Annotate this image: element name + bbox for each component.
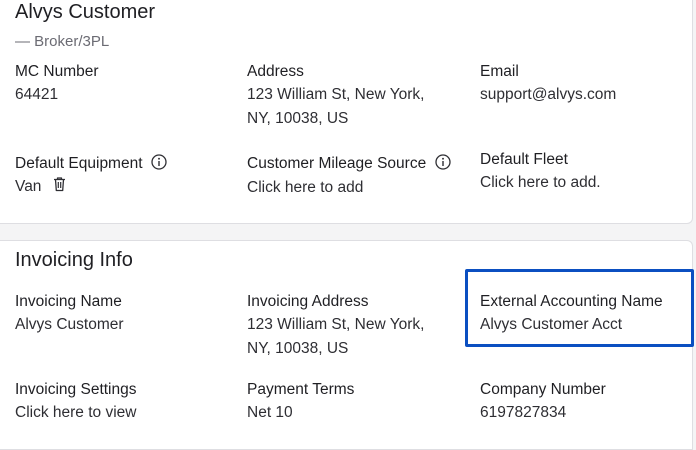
company-number-label: Company Number xyxy=(480,381,606,398)
mileage-source-label: Customer Mileage Source xyxy=(247,154,451,175)
address-line2: NY, 10038, US xyxy=(247,110,349,127)
default-fleet-add-link[interactable]: Click here to add. xyxy=(480,171,601,195)
invoicing-name-label: Invoicing Name xyxy=(15,293,122,310)
external-accounting-name-value: Alvys Customer Acct xyxy=(480,316,623,333)
invoicing-name-value: Alvys Customer xyxy=(15,316,124,333)
info-icon[interactable] xyxy=(151,154,167,175)
customer-name-title: Alvys Customer xyxy=(15,1,156,23)
default-equipment-label: Default Equipment xyxy=(15,154,167,175)
payment-terms-value: Net 10 xyxy=(247,404,293,421)
info-icon[interactable] xyxy=(434,154,451,175)
trash-icon[interactable] xyxy=(52,176,67,200)
mc-number-label: MC Number xyxy=(15,63,99,80)
default-fleet-label: Default Fleet xyxy=(480,151,568,168)
mc-number-value: 64421 xyxy=(15,86,59,103)
external-accounting-name-label: External Accounting Name xyxy=(480,293,663,310)
address-line1: 123 William St, New York, xyxy=(247,86,425,103)
default-equipment-label-text: Default Equipment xyxy=(15,155,143,172)
default-equipment-row: Van xyxy=(15,175,67,200)
mileage-source-label-text: Customer Mileage Source xyxy=(247,155,427,172)
mileage-source-add-link[interactable]: Click here to add xyxy=(247,176,363,200)
invoicing-info-title: Invoicing Info xyxy=(15,249,133,271)
payment-terms-label: Payment Terms xyxy=(247,381,355,398)
customer-type-subtitle: — Broker/3PL xyxy=(15,33,110,50)
invoicing-address-line2: NY, 10038, US xyxy=(247,340,349,357)
invoicing-settings-label: Invoicing Settings xyxy=(15,381,137,398)
address-label: Address xyxy=(247,63,304,80)
email-value: support@alvys.com xyxy=(480,86,617,103)
invoicing-address-label: Invoicing Address xyxy=(247,293,369,310)
invoicing-address-line1: 123 William St, New York, xyxy=(247,316,425,333)
company-number-value: 6197827834 xyxy=(480,404,567,421)
invoicing-settings-link[interactable]: Click here to view xyxy=(15,401,136,425)
default-equipment-value: Van xyxy=(15,178,42,195)
email-label: Email xyxy=(480,63,519,80)
